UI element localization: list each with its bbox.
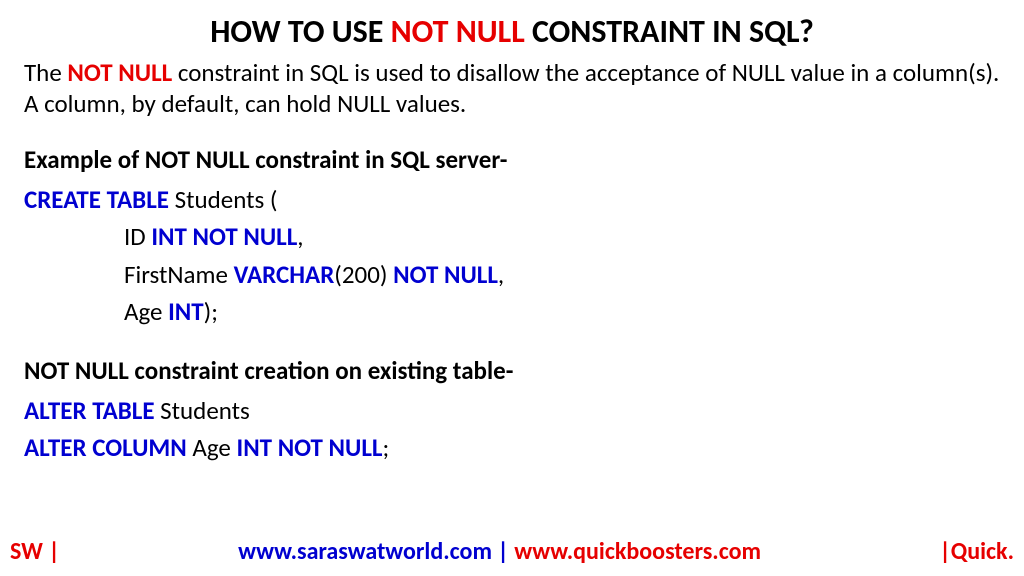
example1-code: CREATE TABLE Students ( ID INT NOT NULL,…: [24, 181, 1000, 331]
code-line: FirstName VARCHAR(200) NOT NULL,: [24, 256, 1000, 294]
sql-text: ;: [382, 432, 389, 463]
example2-code: ALTER TABLE Students ALTER COLUMN Age IN…: [24, 392, 1000, 467]
sql-text: Age: [124, 296, 168, 327]
sql-text: FirstName: [124, 259, 234, 290]
code-line: CREATE TABLE Students (: [24, 181, 1000, 219]
sql-text: Students: [155, 395, 250, 426]
footer-link-blue: www.saraswatworld.com |: [238, 537, 514, 566]
footer-link-red: www.quickboosters.com: [514, 537, 761, 566]
sql-keyword: INT NOT NULL: [151, 221, 297, 252]
sql-keyword: ALTER TABLE: [24, 395, 155, 426]
example2-heading: NOT NULL constraint creation on existing…: [24, 355, 1000, 386]
sql-keyword: ALTER COLUMN: [24, 432, 187, 463]
sql-keyword: INT NOT NULL: [237, 432, 383, 463]
example1-heading: Example of NOT NULL constraint in SQL se…: [24, 144, 1000, 175]
sql-text: ID: [124, 221, 151, 252]
code-line: ALTER COLUMN Age INT NOT NULL;: [24, 429, 1000, 467]
description-text: The NOT NULL constraint in SQL is used t…: [24, 57, 1000, 120]
sql-keyword: NOT NULL: [393, 259, 498, 290]
code-line: Age INT);: [24, 293, 1000, 331]
footer: SW | www.saraswatworld.com | www.quickbo…: [0, 537, 1024, 566]
sql-text: );: [204, 296, 218, 327]
title-highlight: NOT NULL: [391, 12, 525, 51]
sql-text: Students (: [169, 184, 278, 215]
page-title: HOW TO USE NOT NULL CONSTRAINT IN SQL?: [24, 12, 1000, 51]
title-pre: HOW TO USE: [210, 12, 390, 51]
sql-text: (200): [334, 259, 393, 290]
code-line: ID INT NOT NULL,: [24, 218, 1000, 256]
sql-keyword: CREATE TABLE: [24, 184, 169, 215]
code-line: ALTER TABLE Students: [24, 392, 1000, 430]
sql-text: Age: [187, 432, 237, 463]
sql-text: ,: [498, 259, 504, 290]
desc-pre: The: [24, 57, 67, 88]
title-post: CONSTRAINT IN SQL?: [525, 12, 814, 51]
footer-center: www.saraswatworld.com | www.quickbooster…: [238, 537, 761, 566]
sql-keyword: VARCHAR: [234, 259, 335, 290]
desc-highlight: NOT NULL: [67, 57, 172, 88]
footer-right: |Quick.: [939, 537, 1014, 566]
sql-text: ,: [297, 221, 303, 252]
footer-left: SW |: [10, 537, 60, 566]
sql-keyword: INT: [168, 296, 204, 327]
